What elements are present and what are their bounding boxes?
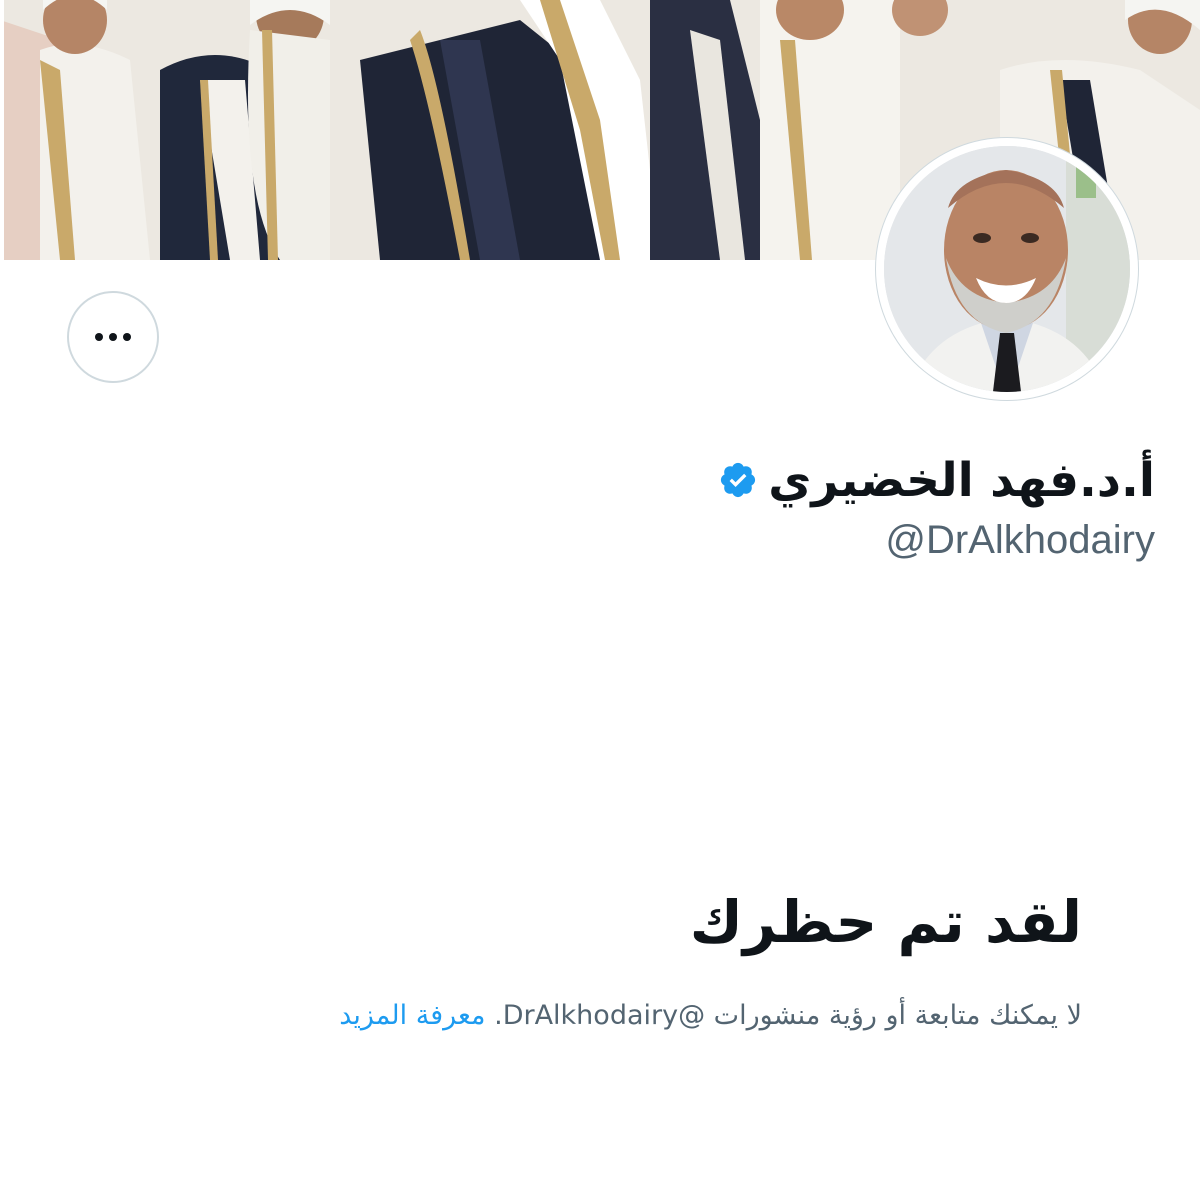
- banner-left-edge: [0, 0, 4, 260]
- avatar-photo: [884, 146, 1130, 392]
- profile-avatar[interactable]: [876, 138, 1138, 400]
- more-horizontal-icon: [95, 333, 131, 341]
- blocked-message: لا يمكنك متابعة أو رؤية منشورات @DrAlkho…: [339, 1000, 1082, 1031]
- blocked-title: لقد تم حظرك: [689, 888, 1082, 956]
- blocked-message-text: لا يمكنك متابعة أو رؤية منشورات @DrAlkho…: [494, 1000, 1082, 1031]
- more-options-button[interactable]: [67, 291, 159, 383]
- profile-handle: @DrAlkhodairy: [885, 518, 1155, 562]
- verified-badge-icon[interactable]: [718, 460, 758, 500]
- profile-name-row: أ.د.فهد الخضيري: [718, 440, 1155, 520]
- profile-page: أ.د.فهد الخضيري @DrAlkhodairy لقد تم حظر…: [0, 0, 1200, 1200]
- learn-more-link[interactable]: معرفة المزيد: [339, 1000, 485, 1031]
- display-name: أ.د.فهد الخضيري: [768, 452, 1155, 508]
